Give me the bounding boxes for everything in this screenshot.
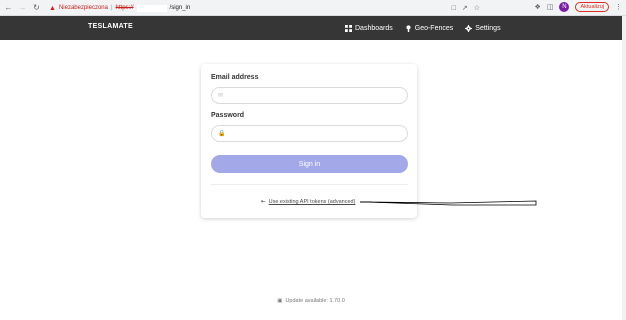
- password-label: Password: [211, 112, 245, 119]
- lock-icon: 🔒: [218, 131, 226, 137]
- nav-item-dashboards[interactable]: Dashboards: [345, 24, 393, 32]
- url-path: /sign_in: [169, 5, 191, 11]
- nav-item-label: Settings: [475, 24, 501, 32]
- nav-item-settings[interactable]: Settings: [465, 24, 501, 32]
- browser-actions: ❖ ◫ N Aktualizuj ⋮: [535, 2, 622, 12]
- warning-icon: ▲: [49, 4, 56, 12]
- share-icon[interactable]: ↗: [462, 4, 468, 12]
- password-field-wrapper[interactable]: 🔒: [211, 125, 408, 142]
- nav-item-label: Geo-Fences: [414, 24, 454, 32]
- password-field[interactable]: [230, 128, 400, 140]
- url-scheme: https://: [115, 5, 134, 11]
- envelope-icon: ✉: [218, 93, 224, 99]
- page-scrollbar[interactable]: [622, 16, 626, 320]
- browser-update-button[interactable]: Aktualizuj: [575, 2, 609, 12]
- reload-icon[interactable]: ↻: [31, 2, 42, 13]
- forward-arrow-icon[interactable]: →: [17, 2, 28, 13]
- email-field-wrapper[interactable]: ✉: [211, 87, 408, 104]
- nav-item-geo-fences[interactable]: Geo-Fences: [405, 24, 454, 32]
- sign-in-arrow-icon: ⇤: [261, 199, 266, 205]
- insecure-label: Niezabezpieczona: [58, 5, 108, 11]
- annotation-arrow: [360, 200, 537, 206]
- browser-toolbar: ← → ↻ ▲ Niezabezpieczona | https:// /sig…: [0, 0, 626, 16]
- nav-menu: Dashboards Geo-Fences Settings: [345, 16, 501, 40]
- package-icon: ▣: [277, 298, 283, 304]
- api-tokens-link[interactable]: ⇤ Use existing API tokens (advanced): [261, 199, 355, 205]
- email-field[interactable]: [230, 90, 400, 102]
- side-panel-icon[interactable]: ◫: [547, 3, 554, 11]
- redacted-host: [136, 4, 167, 12]
- top-navbar: TESLAMATE Dashboards Geo-Fences Settings: [0, 16, 622, 40]
- back-arrow-icon[interactable]: ←: [3, 2, 14, 13]
- card-divider: [211, 184, 408, 185]
- translate-icon[interactable]: □: [452, 5, 456, 12]
- nav-item-label: Dashboards: [355, 24, 393, 32]
- profile-avatar[interactable]: N: [559, 2, 570, 12]
- address-bar[interactable]: ▲ Niezabezpieczona | https:// /sign_in □…: [44, 2, 484, 14]
- menu-kebab-icon[interactable]: ⋮: [615, 3, 622, 11]
- gear-icon: [465, 24, 473, 32]
- update-available-text: Update available: 1.70.0: [285, 298, 345, 304]
- api-tokens-link-text: Use existing API tokens (advanced): [268, 199, 356, 205]
- address-separator: |: [110, 5, 113, 11]
- map-marker-icon: [406, 24, 411, 32]
- extensions-icon[interactable]: ❖: [535, 3, 541, 11]
- omnibox-actions: □ ↗ ☆: [452, 2, 484, 14]
- dashboard-icon: [345, 24, 352, 32]
- brand-logo[interactable]: TESLAMATE: [88, 23, 133, 30]
- bookmark-star-icon[interactable]: ☆: [474, 4, 480, 12]
- sign-in-button[interactable]: Sign in: [211, 155, 408, 173]
- email-label: Email address: [211, 74, 259, 81]
- update-notice: ▣ Update available: 1.70.0: [0, 298, 622, 304]
